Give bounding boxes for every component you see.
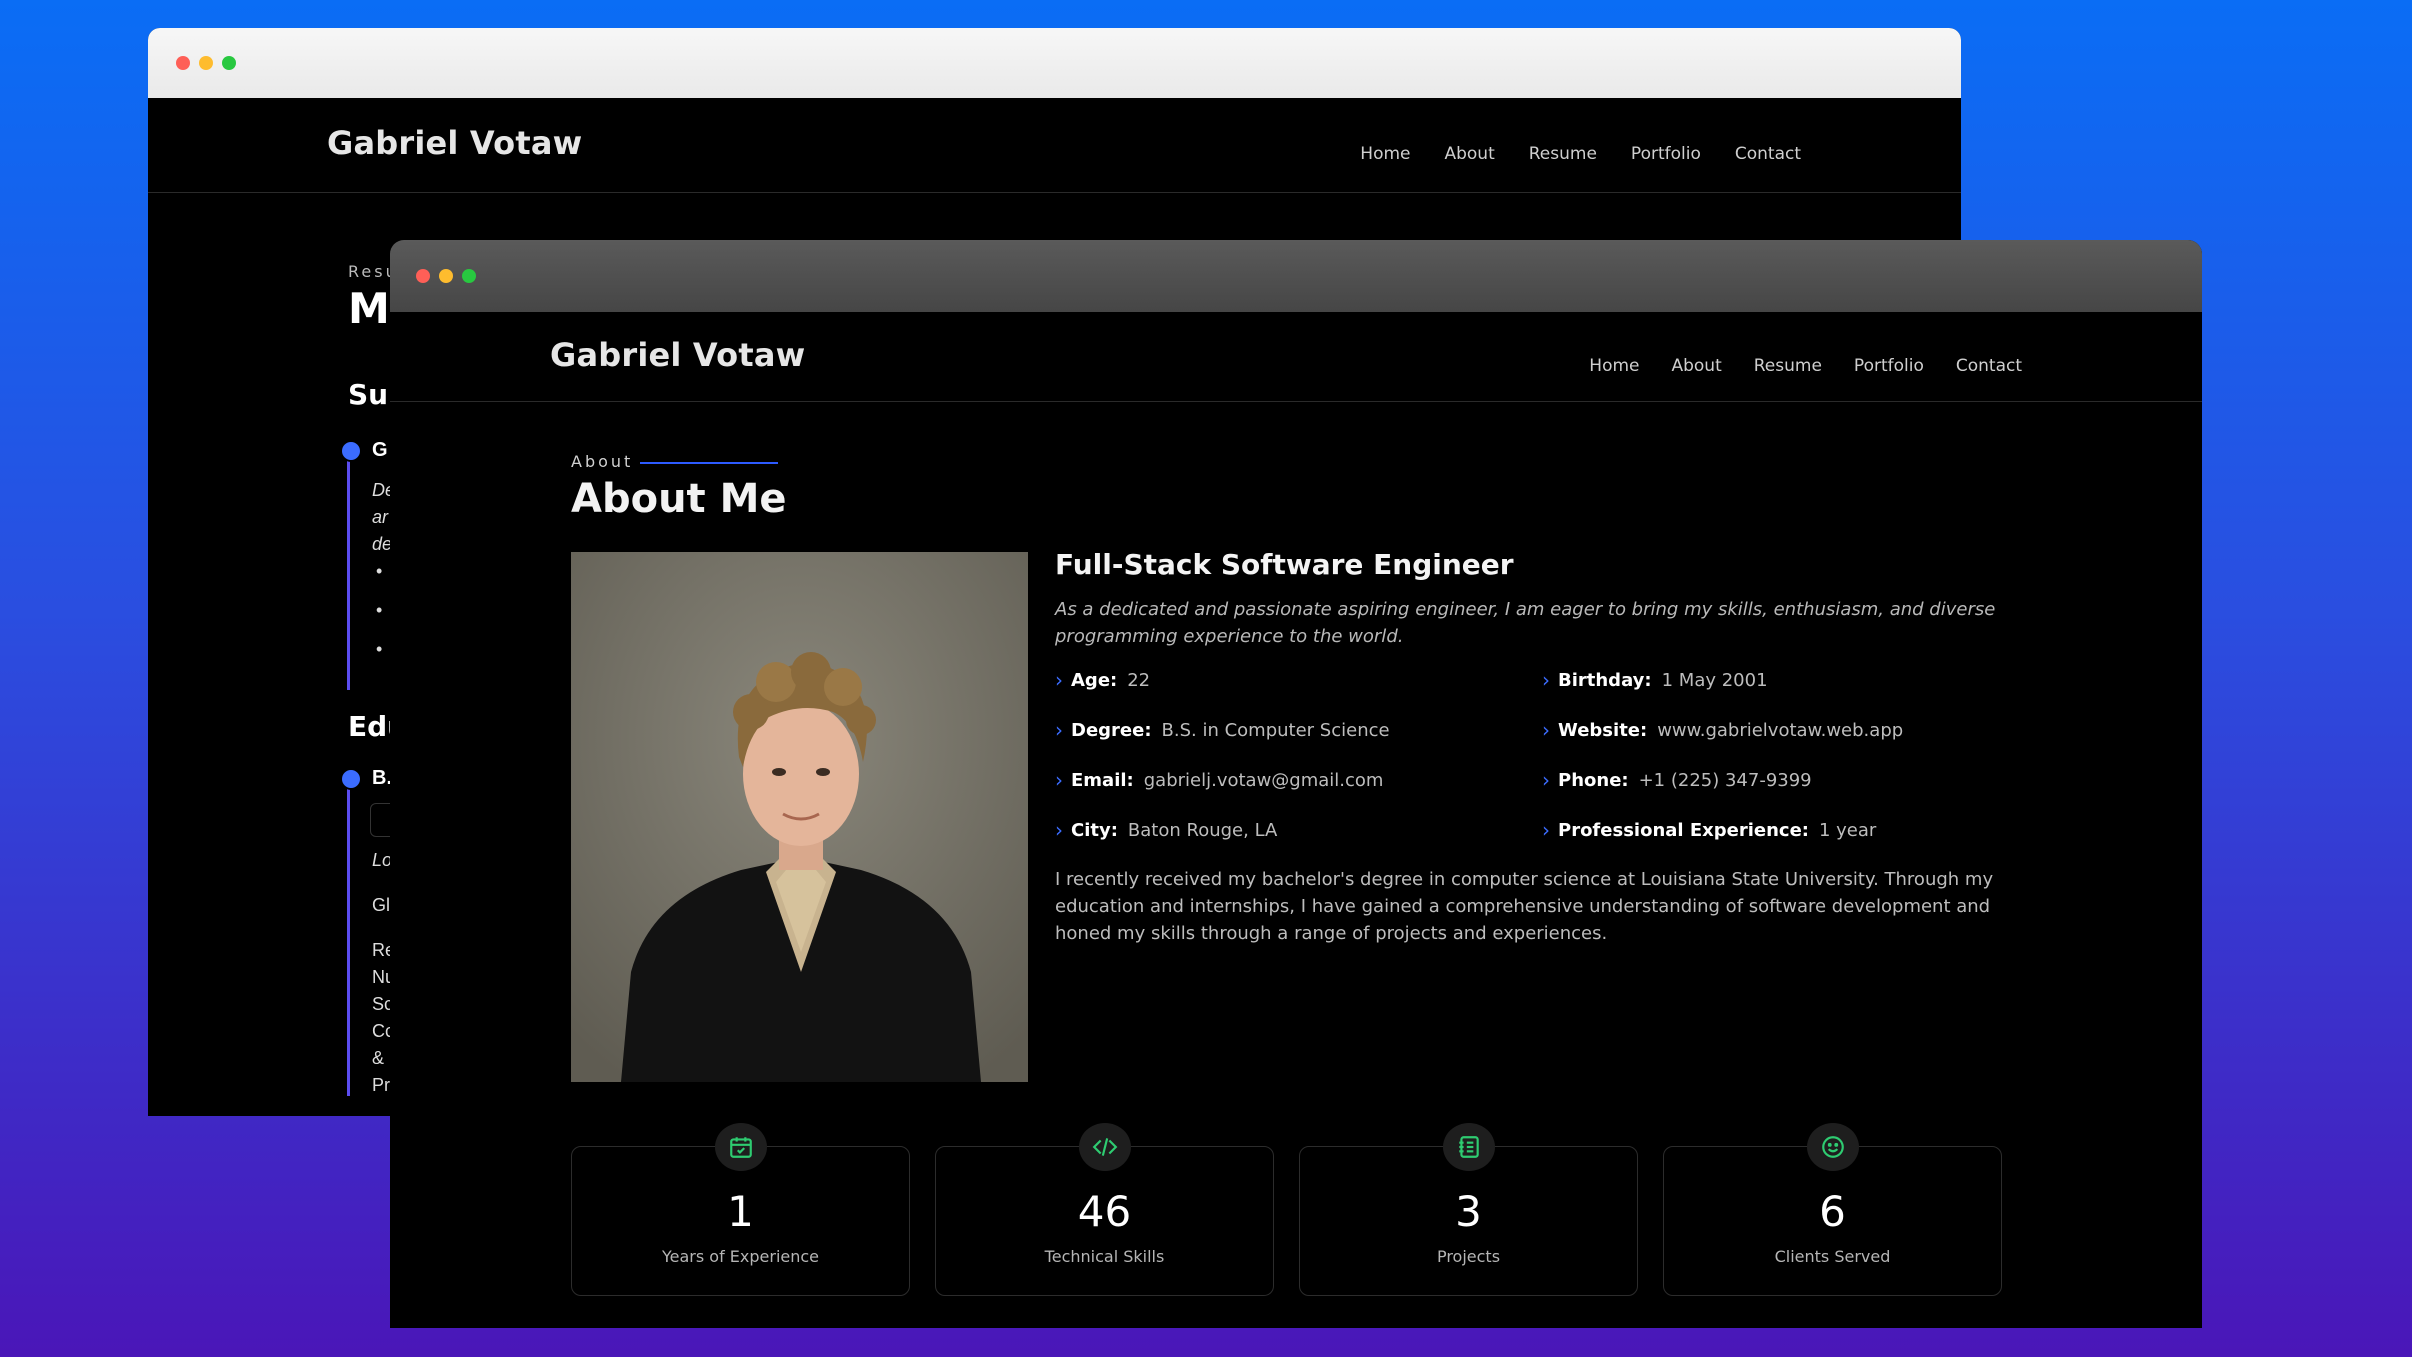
journal-icon	[1442, 1123, 1495, 1171]
bio-paragraph: I recently received my bachelor's degree…	[1055, 869, 1994, 944]
section-label-underline	[640, 462, 778, 464]
website-link[interactable]: www.gabrielvotaw.web.app	[1657, 720, 1903, 741]
smiley-icon	[1806, 1123, 1859, 1171]
nav-home[interactable]: Home	[1589, 356, 1639, 376]
stat-card-experience: 1 Years of Experience	[571, 1123, 910, 1296]
email-link[interactable]: gabrielj.votaw@gmail.com	[1144, 770, 1384, 791]
tagline: As a dedicated and passionate aspiring e…	[1055, 599, 1996, 647]
site-logo[interactable]: Gabriel Votaw	[550, 336, 805, 374]
role-title: Full-Stack Software Engineer	[1055, 548, 1514, 581]
section-title: About Me	[571, 476, 787, 522]
nav-menu: Home About Resume Portfolio Contact	[1557, 356, 2022, 376]
timeline-dot	[340, 768, 362, 790]
summary-item-title: G	[372, 439, 388, 461]
timeline-line	[347, 442, 350, 690]
chevron-right-icon: ›	[1542, 768, 1550, 792]
section-label: About	[571, 452, 634, 471]
stat-card-clients: 6 Clients Served	[1663, 1123, 2002, 1296]
chevron-right-icon: ›	[1055, 718, 1063, 742]
info-age: › Age: 22	[1055, 668, 1151, 692]
chevron-right-icon: ›	[1542, 718, 1550, 742]
info-email: › Email: gabrielj.votaw@gmail.com	[1055, 768, 1384, 792]
window-titlebar	[148, 28, 1961, 98]
maximize-window-button[interactable]	[462, 269, 476, 283]
nav-menu: Home About Resume Portfolio Contact	[1326, 144, 1801, 164]
nav-about[interactable]: About	[1444, 144, 1494, 164]
stat-label: Technical Skills	[1044, 1247, 1165, 1266]
calendar-check-icon	[714, 1123, 767, 1171]
education-item-title: B.	[372, 767, 392, 789]
info-degree: › Degree: B.S. in Computer Science	[1055, 718, 1390, 742]
nav-portfolio[interactable]: Portfolio	[1854, 356, 1924, 376]
info-phone: › Phone: +1 (225) 347-9399	[1542, 768, 1812, 792]
info-city: › City: Baton Rouge, LA	[1055, 818, 1278, 842]
stat-label: Years of Experience	[661, 1247, 820, 1266]
minimize-window-button[interactable]	[439, 269, 453, 283]
stat-card-projects: 3 Projects	[1299, 1123, 1638, 1296]
chevron-right-icon: ›	[1542, 818, 1550, 842]
stat-card-skills: 46 Technical Skills	[935, 1123, 1274, 1296]
close-window-button[interactable]	[176, 56, 190, 70]
summary-bullets: • • •	[376, 561, 383, 659]
chevron-right-icon: ›	[1542, 668, 1550, 692]
timeline-line	[347, 772, 350, 1096]
profile-photo	[571, 552, 1028, 1082]
info-experience: › Professional Experience: 1 year	[1542, 818, 1877, 842]
nav-contact[interactable]: Contact	[1735, 144, 1801, 164]
site-navbar: Gabriel Votaw Home About Resume Portfoli…	[390, 312, 2202, 402]
nav-about[interactable]: About	[1671, 356, 1721, 376]
stat-number: 6	[1819, 1187, 1846, 1236]
stat-label: Clients Served	[1774, 1247, 1891, 1266]
maximize-window-button[interactable]	[222, 56, 236, 70]
site-navbar: Gabriel Votaw Home About Resume Portfoli…	[148, 98, 1961, 193]
chevron-right-icon: ›	[1055, 768, 1063, 792]
window-titlebar	[390, 240, 2202, 312]
nav-resume[interactable]: Resume	[1529, 144, 1597, 164]
stat-number: 3	[1455, 1187, 1482, 1236]
nav-portfolio[interactable]: Portfolio	[1631, 144, 1701, 164]
site-logo[interactable]: Gabriel Votaw	[327, 124, 582, 162]
info-website: › Website: www.gabrielvotaw.web.app	[1542, 718, 1904, 742]
stat-label: Projects	[1436, 1247, 1501, 1266]
code-icon	[1078, 1123, 1131, 1171]
nav-resume[interactable]: Resume	[1754, 356, 1822, 376]
stat-number: 46	[1077, 1187, 1132, 1236]
close-window-button[interactable]	[416, 269, 430, 283]
minimize-window-button[interactable]	[199, 56, 213, 70]
nav-home[interactable]: Home	[1360, 144, 1410, 164]
nav-contact[interactable]: Contact	[1956, 356, 2022, 376]
timeline-dot	[340, 440, 362, 462]
chevron-right-icon: ›	[1055, 818, 1063, 842]
chevron-right-icon: ›	[1055, 668, 1063, 692]
stat-number: 1	[727, 1187, 754, 1236]
about-browser-window: Gabriel Votaw Home About Resume Portfoli…	[390, 240, 2202, 1328]
info-birthday: › Birthday: 1 May 2001	[1542, 668, 1768, 692]
